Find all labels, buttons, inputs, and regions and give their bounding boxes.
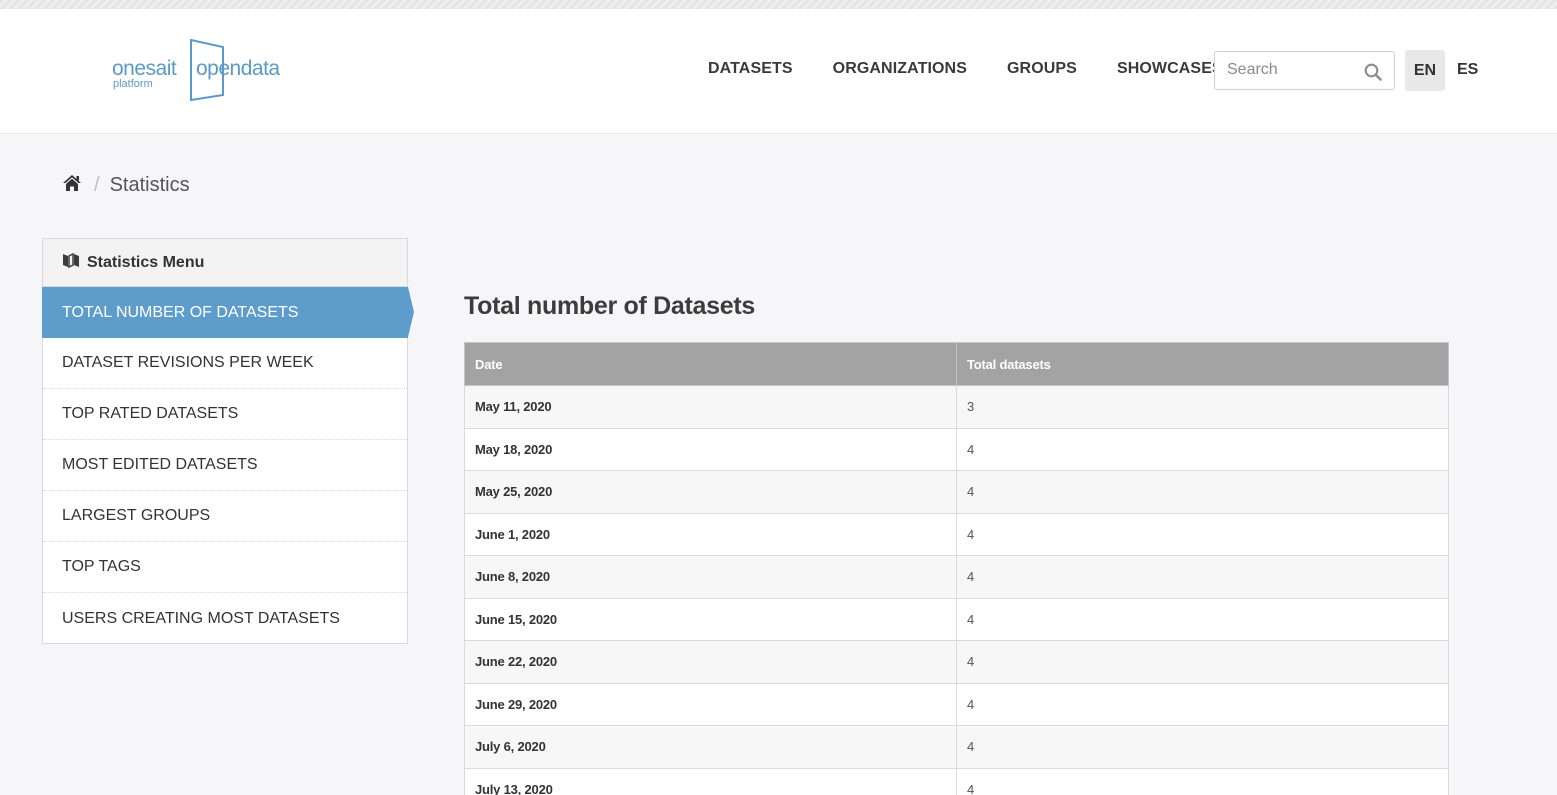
cell-date: May 18, 2020 bbox=[464, 427, 957, 471]
language-en-button[interactable]: EN bbox=[1405, 50, 1445, 91]
cell-date: June 15, 2020 bbox=[464, 597, 957, 641]
menu-item-top-rated-datasets[interactable]: TOP RATED DATASETS bbox=[43, 389, 407, 440]
table-row: July 13, 2020 4 bbox=[464, 767, 1449, 795]
datasets-table: Date Total datasets May 11, 2020 3 May 1… bbox=[464, 342, 1449, 795]
site-header: onesait opendata platform DATASETS ORGAN… bbox=[0, 9, 1557, 134]
page-title: Total number of Datasets bbox=[464, 292, 755, 320]
cell-date: June 29, 2020 bbox=[464, 682, 957, 726]
cell-total: 4 bbox=[956, 470, 1449, 514]
table-row: July 6, 2020 4 bbox=[464, 725, 1449, 769]
cell-total: 4 bbox=[956, 555, 1449, 599]
search-icon[interactable] bbox=[1364, 63, 1382, 86]
logo-word-opendata: opendata bbox=[196, 57, 280, 80]
table-row: May 11, 2020 3 bbox=[464, 385, 1449, 429]
menu-item-most-edited-datasets[interactable]: MOST EDITED DATASETS bbox=[43, 440, 407, 491]
home-icon[interactable] bbox=[62, 174, 82, 197]
cell-date: June 22, 2020 bbox=[464, 640, 957, 684]
table-row: May 18, 2020 4 bbox=[464, 427, 1449, 471]
cell-date: June 1, 2020 bbox=[464, 512, 957, 556]
menu-item-dataset-revisions-per-week[interactable]: DATASET REVISIONS PER WEEK bbox=[43, 338, 407, 389]
breadcrumb-separator: / bbox=[94, 174, 100, 196]
main-nav: DATASETS ORGANIZATIONS GROUPS SHOWCASES bbox=[708, 60, 1263, 78]
cell-total: 4 bbox=[956, 512, 1449, 556]
breadcrumb: / Statistics bbox=[62, 174, 190, 197]
table-row: June 8, 2020 4 bbox=[464, 555, 1449, 599]
menu-item-largest-groups[interactable]: LARGEST GROUPS bbox=[43, 491, 407, 542]
cell-total: 3 bbox=[956, 385, 1449, 429]
table-row: May 25, 2020 4 bbox=[464, 470, 1449, 514]
language-es-button[interactable]: ES bbox=[1457, 61, 1478, 79]
column-header-date[interactable]: Date bbox=[464, 342, 957, 386]
cell-total: 4 bbox=[956, 597, 1449, 641]
table-row: June 22, 2020 4 bbox=[464, 640, 1449, 684]
nav-groups[interactable]: GROUPS bbox=[1007, 60, 1077, 78]
nav-showcases[interactable]: SHOWCASES bbox=[1117, 60, 1223, 78]
cell-date: May 11, 2020 bbox=[464, 385, 957, 429]
cell-total: 4 bbox=[956, 725, 1449, 769]
cell-date: July 13, 2020 bbox=[464, 767, 957, 795]
top-stripe bbox=[0, 0, 1557, 9]
table-header-row: Date Total datasets bbox=[464, 342, 1449, 386]
statistics-menu: Statistics Menu TOTAL NUMBER OF DATASETS… bbox=[42, 238, 414, 644]
menu-item-top-tags[interactable]: TOP TAGS bbox=[43, 542, 407, 593]
column-header-total-datasets[interactable]: Total datasets bbox=[956, 342, 1449, 386]
menu-item-users-creating-most-datasets[interactable]: USERS CREATING MOST DATASETS bbox=[43, 593, 407, 644]
search-input[interactable] bbox=[1227, 61, 1357, 79]
cell-total: 4 bbox=[956, 640, 1449, 684]
table-row: June 1, 2020 4 bbox=[464, 512, 1449, 556]
cell-date: June 8, 2020 bbox=[464, 555, 957, 599]
statistics-menu-title: Statistics Menu bbox=[87, 253, 205, 271]
table-row: June 29, 2020 4 bbox=[464, 682, 1449, 726]
table-row: June 15, 2020 4 bbox=[464, 597, 1449, 641]
cell-total: 4 bbox=[956, 767, 1449, 795]
cell-total: 4 bbox=[956, 682, 1449, 726]
nav-datasets[interactable]: DATASETS bbox=[708, 60, 793, 78]
cell-date: July 6, 2020 bbox=[464, 725, 957, 769]
cell-total: 4 bbox=[956, 427, 1449, 471]
nav-organizations[interactable]: ORGANIZATIONS bbox=[833, 60, 967, 78]
menu-item-total-number-of-datasets[interactable]: TOTAL NUMBER OF DATASETS bbox=[42, 287, 414, 338]
cell-date: May 25, 2020 bbox=[464, 470, 957, 514]
logo-word-platform: platform bbox=[113, 78, 153, 90]
site-logo[interactable]: onesait opendata platform bbox=[110, 37, 290, 101]
chart-icon bbox=[62, 252, 80, 273]
search-box bbox=[1214, 51, 1395, 90]
breadcrumb-current: Statistics bbox=[109, 174, 190, 196]
statistics-menu-header: Statistics Menu bbox=[43, 239, 407, 287]
